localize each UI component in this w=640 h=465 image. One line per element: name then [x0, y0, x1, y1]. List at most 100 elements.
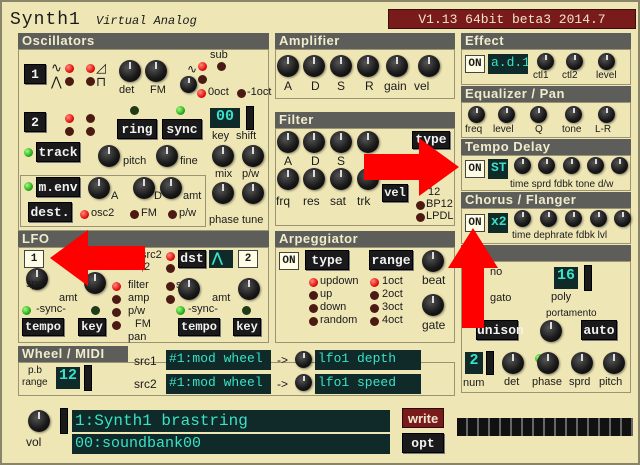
- src2-amount-knob[interactable]: [295, 374, 312, 391]
- sub-oct1-led[interactable]: [237, 89, 246, 98]
- arp-type-button[interactable]: type: [305, 250, 349, 270]
- sub-wave-led[interactable]: [217, 62, 226, 71]
- amp-vel-knob[interactable]: [418, 55, 440, 77]
- eq-freq-knob[interactable]: [468, 106, 485, 123]
- src1-select[interactable]: #1:mod wheel: [166, 350, 271, 370]
- amp-gain-knob[interactable]: [386, 55, 408, 77]
- osc2-wave-led[interactable]: [65, 127, 74, 136]
- soundbank-display[interactable]: 00:soundbank00: [72, 434, 390, 454]
- filter-s-knob[interactable]: [330, 131, 352, 153]
- arp-range-led[interactable]: [370, 304, 379, 313]
- master-volume-knob[interactable]: [28, 410, 50, 432]
- delay-tone-knob[interactable]: [587, 157, 604, 174]
- dest-osc2-led[interactable]: [80, 210, 89, 219]
- delay-dw-knob[interactable]: [611, 157, 628, 174]
- dest-fm-led[interactable]: [130, 210, 139, 219]
- filter-d-knob[interactable]: [303, 131, 325, 153]
- arp-beat-knob[interactable]: [422, 250, 444, 272]
- effect-level-knob[interactable]: [598, 53, 615, 70]
- arp-mode-led[interactable]: [309, 291, 318, 300]
- dest2-select[interactable]: lfo1 speed: [315, 374, 421, 394]
- osc1-wave-led[interactable]: [65, 77, 74, 86]
- delay-on-button[interactable]: ON: [465, 160, 485, 178]
- osc-fm-knob[interactable]: [145, 60, 167, 82]
- poly-slider[interactable]: [584, 265, 592, 291]
- osc-pw-knob[interactable]: [242, 145, 264, 167]
- osc1-button[interactable]: 1: [24, 64, 46, 84]
- lfo1-sync-led[interactable]: [22, 306, 31, 315]
- arp-mode-led[interactable]: [309, 317, 318, 326]
- delay-time-knob[interactable]: [514, 157, 531, 174]
- unison-num-slider[interactable]: [486, 351, 494, 375]
- lfo1-sync-led[interactable]: [91, 306, 100, 315]
- src1-amount-knob[interactable]: [295, 351, 312, 368]
- lfo1-button[interactable]: 1: [24, 250, 44, 268]
- osc1-wave-led[interactable]: [65, 64, 74, 73]
- sub-level-knob[interactable]: [180, 76, 197, 93]
- chorus-lvl-knob[interactable]: [614, 210, 631, 227]
- sub-wave-led[interactable]: [198, 62, 207, 71]
- sub-oct0-led[interactable]: [197, 89, 206, 98]
- osc2-button[interactable]: 2: [24, 112, 46, 132]
- lfo-src-led[interactable]: [166, 252, 175, 261]
- lfo2-spd-knob[interactable]: [178, 278, 200, 300]
- opt-button[interactable]: opt: [402, 433, 444, 453]
- lfo2-key-button[interactable]: key: [233, 318, 261, 336]
- delay-fdbk-knob[interactable]: [563, 157, 580, 174]
- filter-res-knob[interactable]: [303, 168, 325, 190]
- lfo1-tempo-button[interactable]: tempo: [22, 318, 64, 336]
- ring-button[interactable]: ring: [117, 119, 157, 139]
- eq-tone-knob[interactable]: [565, 106, 582, 123]
- lfo2-wave-led[interactable]: [166, 282, 175, 291]
- arp-range-led[interactable]: [370, 278, 379, 287]
- arp-range-led[interactable]: [370, 291, 379, 300]
- menv-a-knob[interactable]: [88, 177, 110, 199]
- lfo2-button[interactable]: 2: [238, 250, 258, 268]
- amp-s-knob[interactable]: [330, 55, 352, 77]
- filter-lpdl-led[interactable]: [416, 213, 425, 222]
- osc-det-knob[interactable]: [119, 60, 141, 82]
- eq-lr-knob[interactable]: [598, 106, 615, 123]
- osc2-pitch-knob[interactable]: [98, 145, 120, 167]
- menv-amt-knob[interactable]: [160, 177, 182, 199]
- unison-sprd-knob[interactable]: [571, 352, 593, 374]
- lfo-dest-led[interactable]: [112, 295, 121, 304]
- filter-bp12-led[interactable]: [416, 201, 425, 210]
- arp-mode-led[interactable]: [309, 278, 318, 287]
- lfo2-tempo-button[interactable]: tempo: [178, 318, 220, 336]
- osc2-wave-led[interactable]: [86, 127, 95, 136]
- effect-ctl2-knob[interactable]: [566, 53, 583, 70]
- portamento-auto-button[interactable]: auto: [581, 320, 617, 340]
- arp-range-button[interactable]: range: [369, 250, 413, 270]
- unison-det-knob[interactable]: [502, 352, 524, 374]
- filter-frq-knob[interactable]: [277, 168, 299, 190]
- patch-select-slider[interactable]: [60, 408, 68, 434]
- pb-range-slider[interactable]: [84, 365, 92, 391]
- filter-sat-knob[interactable]: [330, 168, 352, 190]
- unison-pitch-knob[interactable]: [603, 352, 625, 374]
- filter-a-knob[interactable]: [277, 131, 299, 153]
- track-button[interactable]: track: [36, 142, 80, 162]
- amp-d-knob[interactable]: [303, 55, 325, 77]
- menv-d-knob[interactable]: [133, 177, 155, 199]
- osc2-fine-knob[interactable]: [156, 145, 178, 167]
- osc2-wave-led[interactable]: [65, 114, 74, 123]
- amp-r-knob[interactable]: [357, 55, 379, 77]
- arp-on-button[interactable]: ON: [279, 252, 299, 270]
- lfo2-dst-button[interactable]: dst: [178, 250, 206, 268]
- effect-type-display[interactable]: a.d.1: [488, 54, 528, 74]
- write-button[interactable]: write: [402, 408, 444, 428]
- lfo2-amt-knob[interactable]: [238, 278, 260, 300]
- effect-on-button[interactable]: ON: [465, 55, 485, 73]
- lfo2-sync-led[interactable]: [242, 306, 251, 315]
- lfo2-sync-led[interactable]: [176, 306, 185, 315]
- portamento-knob[interactable]: [540, 320, 562, 342]
- src2-select[interactable]: #1:mod wheel: [166, 374, 271, 394]
- lfo2-wave-display[interactable]: ⋀: [209, 250, 233, 268]
- effect-ctl1-knob[interactable]: [537, 53, 554, 70]
- arp-gate-knob[interactable]: [422, 294, 444, 316]
- delay-sprd-knob[interactable]: [538, 157, 555, 174]
- lfo-dest-led[interactable]: [112, 321, 121, 330]
- osc-tune-knob[interactable]: [242, 182, 264, 204]
- arp-range-led[interactable]: [370, 317, 379, 326]
